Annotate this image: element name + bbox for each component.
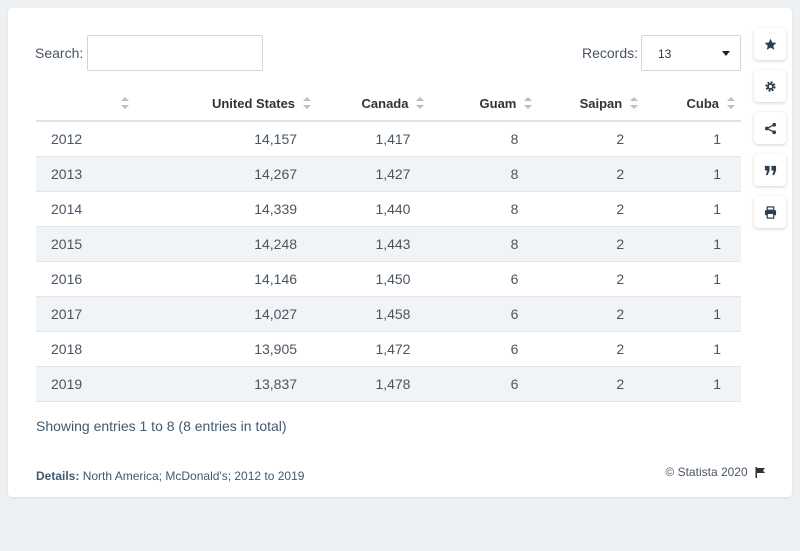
search-label: Search: — [35, 45, 84, 61]
details-line: Details: North America; McDonald's; 2012… — [36, 469, 304, 483]
cell-year: 2018 — [36, 331, 135, 367]
cell-canada: 1,417 — [317, 121, 431, 157]
cell-cuba: 1 — [644, 261, 741, 297]
cell-canada: 1,450 — [317, 261, 431, 297]
star-icon — [764, 38, 776, 50]
table-header-row: United States Canada Guam Saipan Cuba — [36, 86, 741, 122]
cell-cuba: 1 — [644, 366, 741, 402]
quote-icon — [764, 165, 776, 175]
statistic-card: Search: Records: 13 United States Canada… — [8, 8, 792, 497]
column-header-guam[interactable]: Guam — [430, 86, 539, 122]
caret-down-icon — [722, 51, 730, 56]
column-header-united-states[interactable]: United States — [134, 86, 318, 122]
cell-guam: 6 — [430, 261, 539, 297]
share-icon — [764, 122, 776, 134]
cell-canada: 1,427 — [317, 156, 431, 192]
cell-guam: 6 — [430, 366, 539, 402]
table-row: 2015 14,248 1,443 8 2 1 — [36, 226, 741, 262]
cell-saipan: 2 — [538, 191, 645, 227]
cell-united-states: 13,905 — [134, 331, 318, 367]
sort-icon — [524, 97, 533, 109]
gear-icon — [764, 80, 776, 92]
sort-icon — [120, 97, 129, 109]
cell-cuba: 1 — [644, 226, 741, 262]
cell-cuba: 1 — [644, 296, 741, 332]
flag-icon[interactable] — [755, 467, 766, 481]
cell-united-states: 13,837 — [134, 366, 318, 402]
data-table: United States Canada Guam Saipan Cuba 20… — [36, 86, 741, 402]
cell-canada: 1,478 — [317, 366, 431, 402]
cell-united-states: 14,157 — [134, 121, 318, 157]
cell-cuba: 1 — [644, 156, 741, 192]
cell-year: 2015 — [36, 226, 135, 262]
table-row: 2013 14,267 1,427 8 2 1 — [36, 156, 741, 192]
sort-icon — [630, 97, 639, 109]
records-select[interactable]: 13 — [641, 35, 741, 71]
table-row: 2017 14,027 1,458 6 2 1 — [36, 296, 741, 332]
cell-saipan: 2 — [538, 261, 645, 297]
column-header-canada[interactable]: Canada — [317, 86, 431, 122]
copyright-line: © Statista 2020 — [665, 465, 766, 481]
cell-canada: 1,472 — [317, 331, 431, 367]
entries-summary: Showing entries 1 to 8 (8 entries in tot… — [36, 418, 287, 434]
table-row: 2012 14,157 1,417 8 2 1 — [36, 121, 741, 157]
cell-saipan: 2 — [538, 156, 645, 192]
cell-cuba: 1 — [644, 331, 741, 367]
settings-button[interactable] — [754, 70, 786, 102]
cell-year: 2019 — [36, 366, 135, 402]
cell-guam: 8 — [430, 191, 539, 227]
print-icon — [764, 205, 776, 219]
table-row: 2019 13,837 1,478 6 2 1 — [36, 366, 741, 402]
cell-guam: 6 — [430, 331, 539, 367]
cell-year: 2013 — [36, 156, 135, 192]
column-header-cuba[interactable]: Cuba — [644, 86, 741, 122]
details-label: Details: — [36, 469, 80, 483]
sort-icon — [727, 97, 735, 109]
cell-canada: 1,440 — [317, 191, 431, 227]
records-label: Records: — [582, 45, 639, 61]
cite-button[interactable] — [754, 154, 786, 186]
sidebar-toolbar — [754, 28, 788, 238]
sort-icon — [303, 97, 312, 109]
records-value: 13 — [658, 47, 672, 61]
cell-saipan: 2 — [538, 296, 645, 332]
cell-saipan: 2 — [538, 121, 645, 157]
copyright-text[interactable]: © Statista 2020 — [665, 465, 747, 479]
cell-united-states: 14,267 — [134, 156, 318, 192]
cell-year: 2016 — [36, 261, 135, 297]
column-header-year[interactable] — [36, 86, 135, 122]
table-row: 2014 14,339 1,440 8 2 1 — [36, 191, 741, 227]
cell-year: 2012 — [36, 121, 135, 157]
table-row: 2018 13,905 1,472 6 2 1 — [36, 331, 741, 367]
cell-saipan: 2 — [538, 366, 645, 402]
cell-united-states: 14,339 — [134, 191, 318, 227]
print-button[interactable] — [754, 196, 786, 228]
cell-guam: 6 — [430, 296, 539, 332]
cell-united-states: 14,146 — [134, 261, 318, 297]
cell-united-states: 14,248 — [134, 226, 318, 262]
cell-canada: 1,443 — [317, 226, 431, 262]
column-header-saipan[interactable]: Saipan — [538, 86, 645, 122]
cell-year: 2017 — [36, 296, 135, 332]
cell-guam: 8 — [430, 226, 539, 262]
share-button[interactable] — [754, 112, 786, 144]
cell-saipan: 2 — [538, 331, 645, 367]
cell-cuba: 1 — [644, 191, 741, 227]
table-row: 2016 14,146 1,450 6 2 1 — [36, 261, 741, 297]
cell-united-states: 14,027 — [134, 296, 318, 332]
cell-canada: 1,458 — [317, 296, 431, 332]
favorite-button[interactable] — [754, 28, 786, 60]
cell-guam: 8 — [430, 156, 539, 192]
sort-icon — [416, 97, 425, 109]
search-input[interactable] — [87, 35, 263, 71]
cell-saipan: 2 — [538, 226, 645, 262]
cell-cuba: 1 — [644, 121, 741, 157]
details-text: North America; McDonald's; 2012 to 2019 — [82, 469, 305, 483]
cell-year: 2014 — [36, 191, 135, 227]
cell-guam: 8 — [430, 121, 539, 157]
